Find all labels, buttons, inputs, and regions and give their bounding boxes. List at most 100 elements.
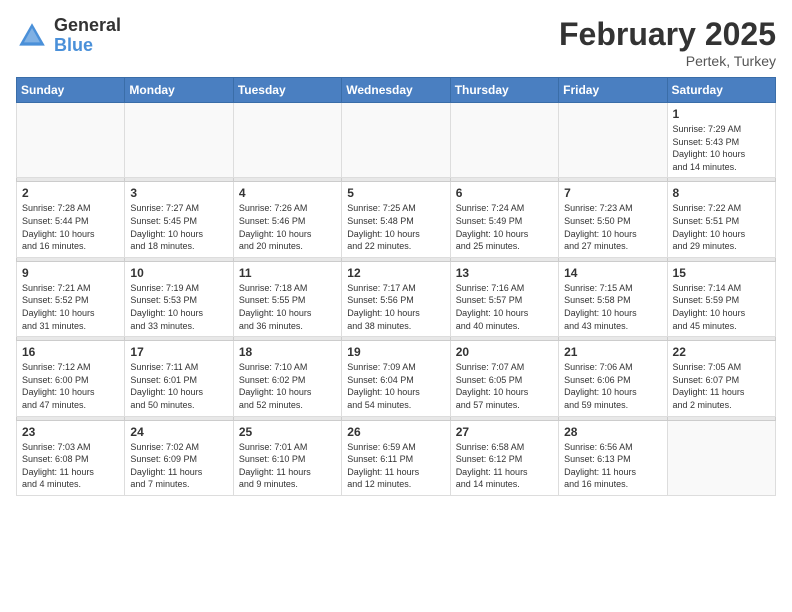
calendar-day-cell xyxy=(17,103,125,178)
day-number: 3 xyxy=(130,186,227,200)
calendar-day-cell: 12 Sunrise: 7:17 AM Sunset: 5:56 PM Dayli… xyxy=(342,261,450,336)
calendar-day-cell xyxy=(125,103,233,178)
day-info: Sunrise: 7:26 AM Sunset: 5:46 PM Dayligh… xyxy=(239,202,336,252)
day-info: Sunrise: 7:19 AM Sunset: 5:53 PM Dayligh… xyxy=(130,282,227,332)
day-number: 13 xyxy=(456,266,553,280)
calendar-day-cell: 1Sunrise: 7:29 AM Sunset: 5:43 PM Daylig… xyxy=(667,103,775,178)
calendar-day-cell: 15 Sunrise: 7:14 AM Sunset: 5:59 PM Dayli… xyxy=(667,261,775,336)
day-number: 22 xyxy=(673,345,770,359)
day-number: 7 xyxy=(564,186,661,200)
day-info: Sunrise: 7:12 AM Sunset: 6:00 PM Dayligh… xyxy=(22,361,119,411)
weekday-header-wednesday: Wednesday xyxy=(342,78,450,103)
calendar-day-cell: 7Sunrise: 7:23 AM Sunset: 5:50 PM Daylig… xyxy=(559,182,667,257)
calendar-week-row: 1Sunrise: 7:29 AM Sunset: 5:43 PM Daylig… xyxy=(17,103,776,178)
day-number: 2 xyxy=(22,186,119,200)
calendar-table: SundayMondayTuesdayWednesdayThursdayFrid… xyxy=(16,77,776,496)
day-number: 17 xyxy=(130,345,227,359)
day-number: 24 xyxy=(130,425,227,439)
calendar-day-cell: 26 Sunrise: 6:59 AM Sunset: 6:11 PM Dayli… xyxy=(342,420,450,495)
day-info: Sunrise: 7:06 AM Sunset: 6:06 PM Dayligh… xyxy=(564,361,661,411)
location-text: Pertek, Turkey xyxy=(559,53,776,69)
day-info: Sunrise: 7:11 AM Sunset: 6:01 PM Dayligh… xyxy=(130,361,227,411)
day-number: 11 xyxy=(239,266,336,280)
day-info: Sunrise: 7:02 AM Sunset: 6:09 PM Dayligh… xyxy=(130,441,227,491)
day-number: 18 xyxy=(239,345,336,359)
calendar-day-cell xyxy=(450,103,558,178)
weekday-header-monday: Monday xyxy=(125,78,233,103)
day-info: Sunrise: 7:03 AM Sunset: 6:08 PM Dayligh… xyxy=(22,441,119,491)
day-info: Sunrise: 7:18 AM Sunset: 5:55 PM Dayligh… xyxy=(239,282,336,332)
weekday-header-saturday: Saturday xyxy=(667,78,775,103)
day-number: 1 xyxy=(673,107,770,121)
day-number: 23 xyxy=(22,425,119,439)
page-header: General Blue February 2025 Pertek, Turke… xyxy=(16,16,776,69)
day-info: Sunrise: 7:24 AM Sunset: 5:49 PM Dayligh… xyxy=(456,202,553,252)
calendar-week-row: 2 Sunrise: 7:28 AM Sunset: 5:44 PM Daylig… xyxy=(17,182,776,257)
day-number: 12 xyxy=(347,266,444,280)
day-info: Sunrise: 7:09 AM Sunset: 6:04 PM Dayligh… xyxy=(347,361,444,411)
day-info: Sunrise: 7:05 AM Sunset: 6:07 PM Dayligh… xyxy=(673,361,770,411)
day-number: 28 xyxy=(564,425,661,439)
calendar-day-cell: 24 Sunrise: 7:02 AM Sunset: 6:09 PM Dayli… xyxy=(125,420,233,495)
calendar-day-cell: 18 Sunrise: 7:10 AM Sunset: 6:02 PM Dayli… xyxy=(233,341,341,416)
calendar-day-cell: 5Sunrise: 7:25 AM Sunset: 5:48 PM Daylig… xyxy=(342,182,450,257)
day-number: 14 xyxy=(564,266,661,280)
day-info: Sunrise: 7:21 AM Sunset: 5:52 PM Dayligh… xyxy=(22,282,119,332)
day-number: 9 xyxy=(22,266,119,280)
day-info: Sunrise: 7:25 AM Sunset: 5:48 PM Dayligh… xyxy=(347,202,444,252)
day-info: Sunrise: 7:01 AM Sunset: 6:10 PM Dayligh… xyxy=(239,441,336,491)
day-number: 27 xyxy=(456,425,553,439)
calendar-day-cell xyxy=(667,420,775,495)
day-info: Sunrise: 7:07 AM Sunset: 6:05 PM Dayligh… xyxy=(456,361,553,411)
calendar-day-cell: 17 Sunrise: 7:11 AM Sunset: 6:01 PM Dayli… xyxy=(125,341,233,416)
day-info: Sunrise: 7:28 AM Sunset: 5:44 PM Dayligh… xyxy=(22,202,119,252)
day-info: Sunrise: 7:10 AM Sunset: 6:02 PM Dayligh… xyxy=(239,361,336,411)
calendar-day-cell: 6 Sunrise: 7:24 AM Sunset: 5:49 PM Daylig… xyxy=(450,182,558,257)
calendar-day-cell xyxy=(342,103,450,178)
weekday-header-row: SundayMondayTuesdayWednesdayThursdayFrid… xyxy=(17,78,776,103)
calendar-day-cell: 22 Sunrise: 7:05 AM Sunset: 6:07 PM Dayli… xyxy=(667,341,775,416)
day-number: 19 xyxy=(347,345,444,359)
calendar-day-cell: 25 Sunrise: 7:01 AM Sunset: 6:10 PM Dayli… xyxy=(233,420,341,495)
day-number: 25 xyxy=(239,425,336,439)
day-info: Sunrise: 7:15 AM Sunset: 5:58 PM Dayligh… xyxy=(564,282,661,332)
day-info: Sunrise: 7:14 AM Sunset: 5:59 PM Dayligh… xyxy=(673,282,770,332)
calendar-day-cell: 3 Sunrise: 7:27 AM Sunset: 5:45 PM Daylig… xyxy=(125,182,233,257)
title-block: February 2025 Pertek, Turkey xyxy=(559,16,776,69)
month-title: February 2025 xyxy=(559,16,776,53)
weekday-header-sunday: Sunday xyxy=(17,78,125,103)
day-number: 20 xyxy=(456,345,553,359)
calendar-day-cell: 11 Sunrise: 7:18 AM Sunset: 5:55 PM Dayli… xyxy=(233,261,341,336)
calendar-week-row: 9 Sunrise: 7:21 AM Sunset: 5:52 PM Daylig… xyxy=(17,261,776,336)
day-info: Sunrise: 7:17 AM Sunset: 5:56 PM Dayligh… xyxy=(347,282,444,332)
day-info: Sunrise: 6:58 AM Sunset: 6:12 PM Dayligh… xyxy=(456,441,553,491)
calendar-day-cell: 19 Sunrise: 7:09 AM Sunset: 6:04 PM Dayli… xyxy=(342,341,450,416)
calendar-day-cell: 13 Sunrise: 7:16 AM Sunset: 5:57 PM Dayli… xyxy=(450,261,558,336)
day-info: Sunrise: 6:59 AM Sunset: 6:11 PM Dayligh… xyxy=(347,441,444,491)
weekday-header-friday: Friday xyxy=(559,78,667,103)
day-number: 16 xyxy=(22,345,119,359)
day-number: 8 xyxy=(673,186,770,200)
day-number: 26 xyxy=(347,425,444,439)
logo-general-text: General xyxy=(54,16,121,36)
calendar-day-cell: 4Sunrise: 7:26 AM Sunset: 5:46 PM Daylig… xyxy=(233,182,341,257)
calendar-day-cell: 27 Sunrise: 6:58 AM Sunset: 6:12 PM Dayli… xyxy=(450,420,558,495)
day-number: 21 xyxy=(564,345,661,359)
logo-blue-text: Blue xyxy=(54,36,121,56)
logo-icon xyxy=(16,20,48,52)
weekday-header-tuesday: Tuesday xyxy=(233,78,341,103)
day-info: Sunrise: 7:22 AM Sunset: 5:51 PM Dayligh… xyxy=(673,202,770,252)
calendar-day-cell xyxy=(559,103,667,178)
calendar-day-cell: 10Sunrise: 7:19 AM Sunset: 5:53 PM Dayli… xyxy=(125,261,233,336)
calendar-day-cell: 23 Sunrise: 7:03 AM Sunset: 6:08 PM Dayli… xyxy=(17,420,125,495)
day-info: Sunrise: 7:16 AM Sunset: 5:57 PM Dayligh… xyxy=(456,282,553,332)
weekday-header-thursday: Thursday xyxy=(450,78,558,103)
day-number: 15 xyxy=(673,266,770,280)
calendar-day-cell xyxy=(233,103,341,178)
day-number: 6 xyxy=(456,186,553,200)
day-info: Sunrise: 7:27 AM Sunset: 5:45 PM Dayligh… xyxy=(130,202,227,252)
calendar-day-cell: 16 Sunrise: 7:12 AM Sunset: 6:00 PM Dayli… xyxy=(17,341,125,416)
calendar-day-cell: 14 Sunrise: 7:15 AM Sunset: 5:58 PM Dayli… xyxy=(559,261,667,336)
calendar-week-row: 23 Sunrise: 7:03 AM Sunset: 6:08 PM Dayli… xyxy=(17,420,776,495)
calendar-day-cell: 28Sunrise: 6:56 AM Sunset: 6:13 PM Dayli… xyxy=(559,420,667,495)
